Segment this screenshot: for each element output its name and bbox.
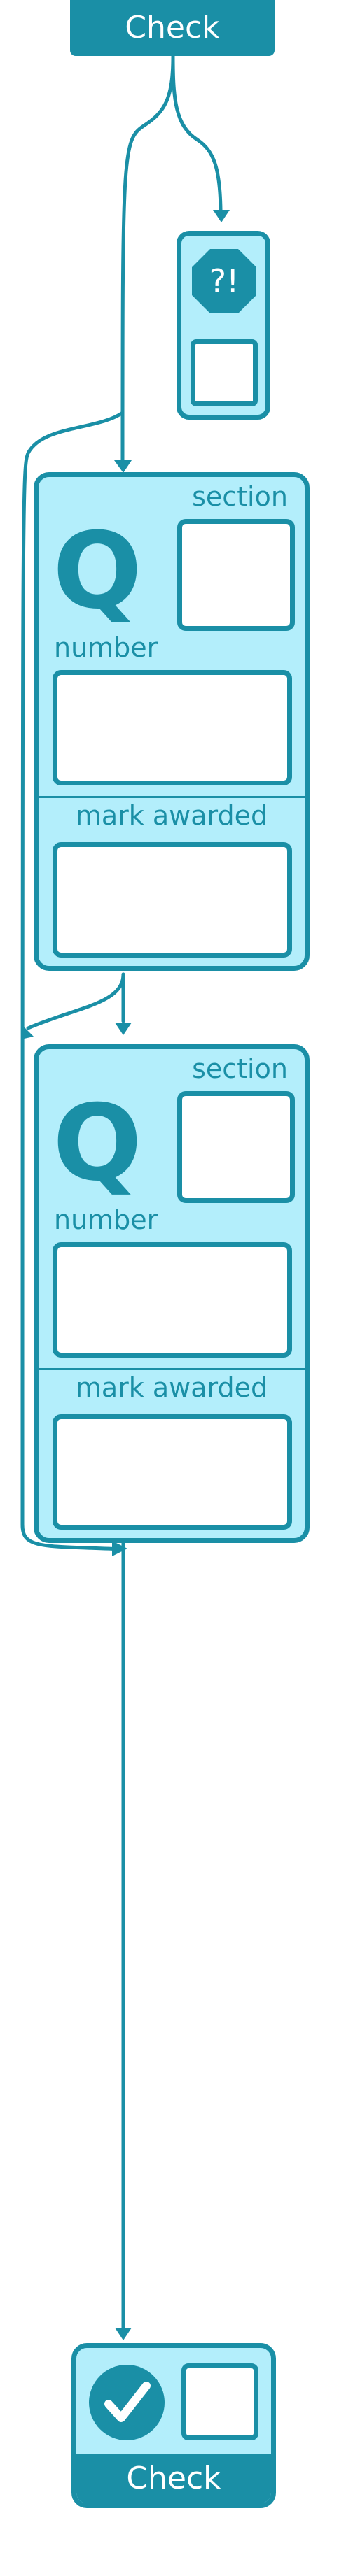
check-footer-label: Check	[76, 2454, 271, 2503]
arrowhead-card1	[114, 460, 132, 473]
question-card: section Q number mark awarded	[34, 1044, 310, 1543]
connector-card1-to-branch	[26, 972, 125, 1030]
check-header: Check	[70, 0, 275, 56]
connector-header-to-alert	[171, 54, 223, 212]
mark-awarded-box[interactable]	[53, 1414, 292, 1530]
section-label: section	[192, 1053, 288, 1084]
question-card: section Q number mark awarded	[34, 472, 310, 971]
section-label: section	[192, 481, 288, 512]
question-q-icon: Q	[53, 518, 142, 622]
arrowhead-merge	[112, 1541, 127, 1556]
check-footer: Check	[71, 2343, 276, 2508]
number-box[interactable]	[53, 670, 292, 785]
number-box[interactable]	[53, 1242, 292, 1358]
alert-symbol: ?!	[209, 262, 240, 300]
warning-octagon-icon: ?!	[192, 249, 256, 313]
mark-awarded-label: mark awarded	[75, 1372, 268, 1403]
section-box[interactable]	[177, 1091, 295, 1203]
alert-panel: ?!	[177, 231, 270, 420]
check-box[interactable]	[181, 2363, 258, 2440]
divider	[39, 796, 305, 798]
question-q-icon: Q	[53, 1090, 142, 1195]
arrowhead-alert	[213, 210, 230, 222]
question-glyph: Q	[53, 518, 142, 622]
arrowhead-footer	[115, 2328, 132, 2340]
checkmark-icon	[89, 2365, 165, 2440]
arrowhead-card2	[115, 1023, 132, 1035]
question-glyph: Q	[53, 1090, 142, 1195]
connector-header-to-card1	[120, 54, 175, 464]
number-label: number	[54, 1204, 158, 1235]
number-label: number	[54, 632, 158, 663]
mark-awarded-label: mark awarded	[75, 800, 268, 831]
section-box[interactable]	[177, 519, 295, 631]
alert-box[interactable]	[191, 339, 258, 406]
divider	[39, 1368, 305, 1370]
mark-awarded-box[interactable]	[53, 842, 292, 958]
